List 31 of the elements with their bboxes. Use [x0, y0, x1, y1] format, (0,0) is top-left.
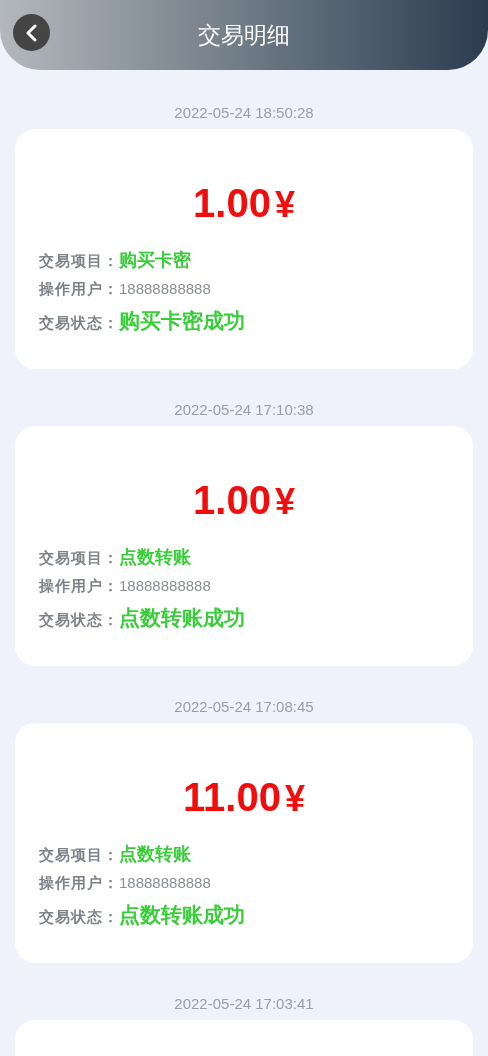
transaction-time: 2022-05-24 18:50:28: [173, 104, 315, 121]
amount: 1.00: [193, 181, 271, 226]
transaction-time: 2022-05-24 17:10:38: [173, 401, 315, 418]
transaction-status: 点数转账成功: [119, 605, 245, 632]
page-title: 交易明细: [198, 20, 290, 50]
field-label: 操作用户：: [39, 280, 119, 299]
field-label: 交易项目：: [39, 549, 119, 568]
transaction-item: 点数转账: [119, 842, 191, 866]
amount: 1.00: [193, 478, 271, 523]
user-phone: 18888888888: [119, 577, 211, 594]
transaction-item: 购买卡密: [119, 248, 191, 272]
amount: 11.00: [183, 775, 281, 820]
transaction-item: 点数转账: [119, 545, 191, 569]
field-label: 交易状态：: [39, 908, 119, 927]
currency-symbol: ¥: [274, 481, 295, 523]
back-button[interactable]: [13, 14, 50, 51]
currency-symbol: ¥: [274, 184, 295, 226]
field-label: 交易项目：: [39, 846, 119, 865]
transaction-time: 2022-05-24 17:08:45: [173, 698, 315, 715]
currency-symbol: ¥: [284, 778, 305, 820]
field-label: 操作用户：: [39, 577, 119, 596]
transaction-status: 购买卡密成功: [119, 308, 245, 335]
field-label: 交易状态：: [39, 611, 119, 630]
field-label: 操作用户：: [39, 874, 119, 893]
user-phone: 18888888888: [119, 280, 211, 297]
user-phone: 18888888888: [119, 874, 211, 891]
transaction-time: 2022-05-24 17:03:41: [173, 995, 315, 1012]
chevron-left-icon: [24, 23, 39, 42]
field-label: 交易状态：: [39, 314, 119, 333]
transaction-status: 点数转账成功: [119, 902, 245, 929]
field-label: 交易项目：: [39, 252, 119, 271]
